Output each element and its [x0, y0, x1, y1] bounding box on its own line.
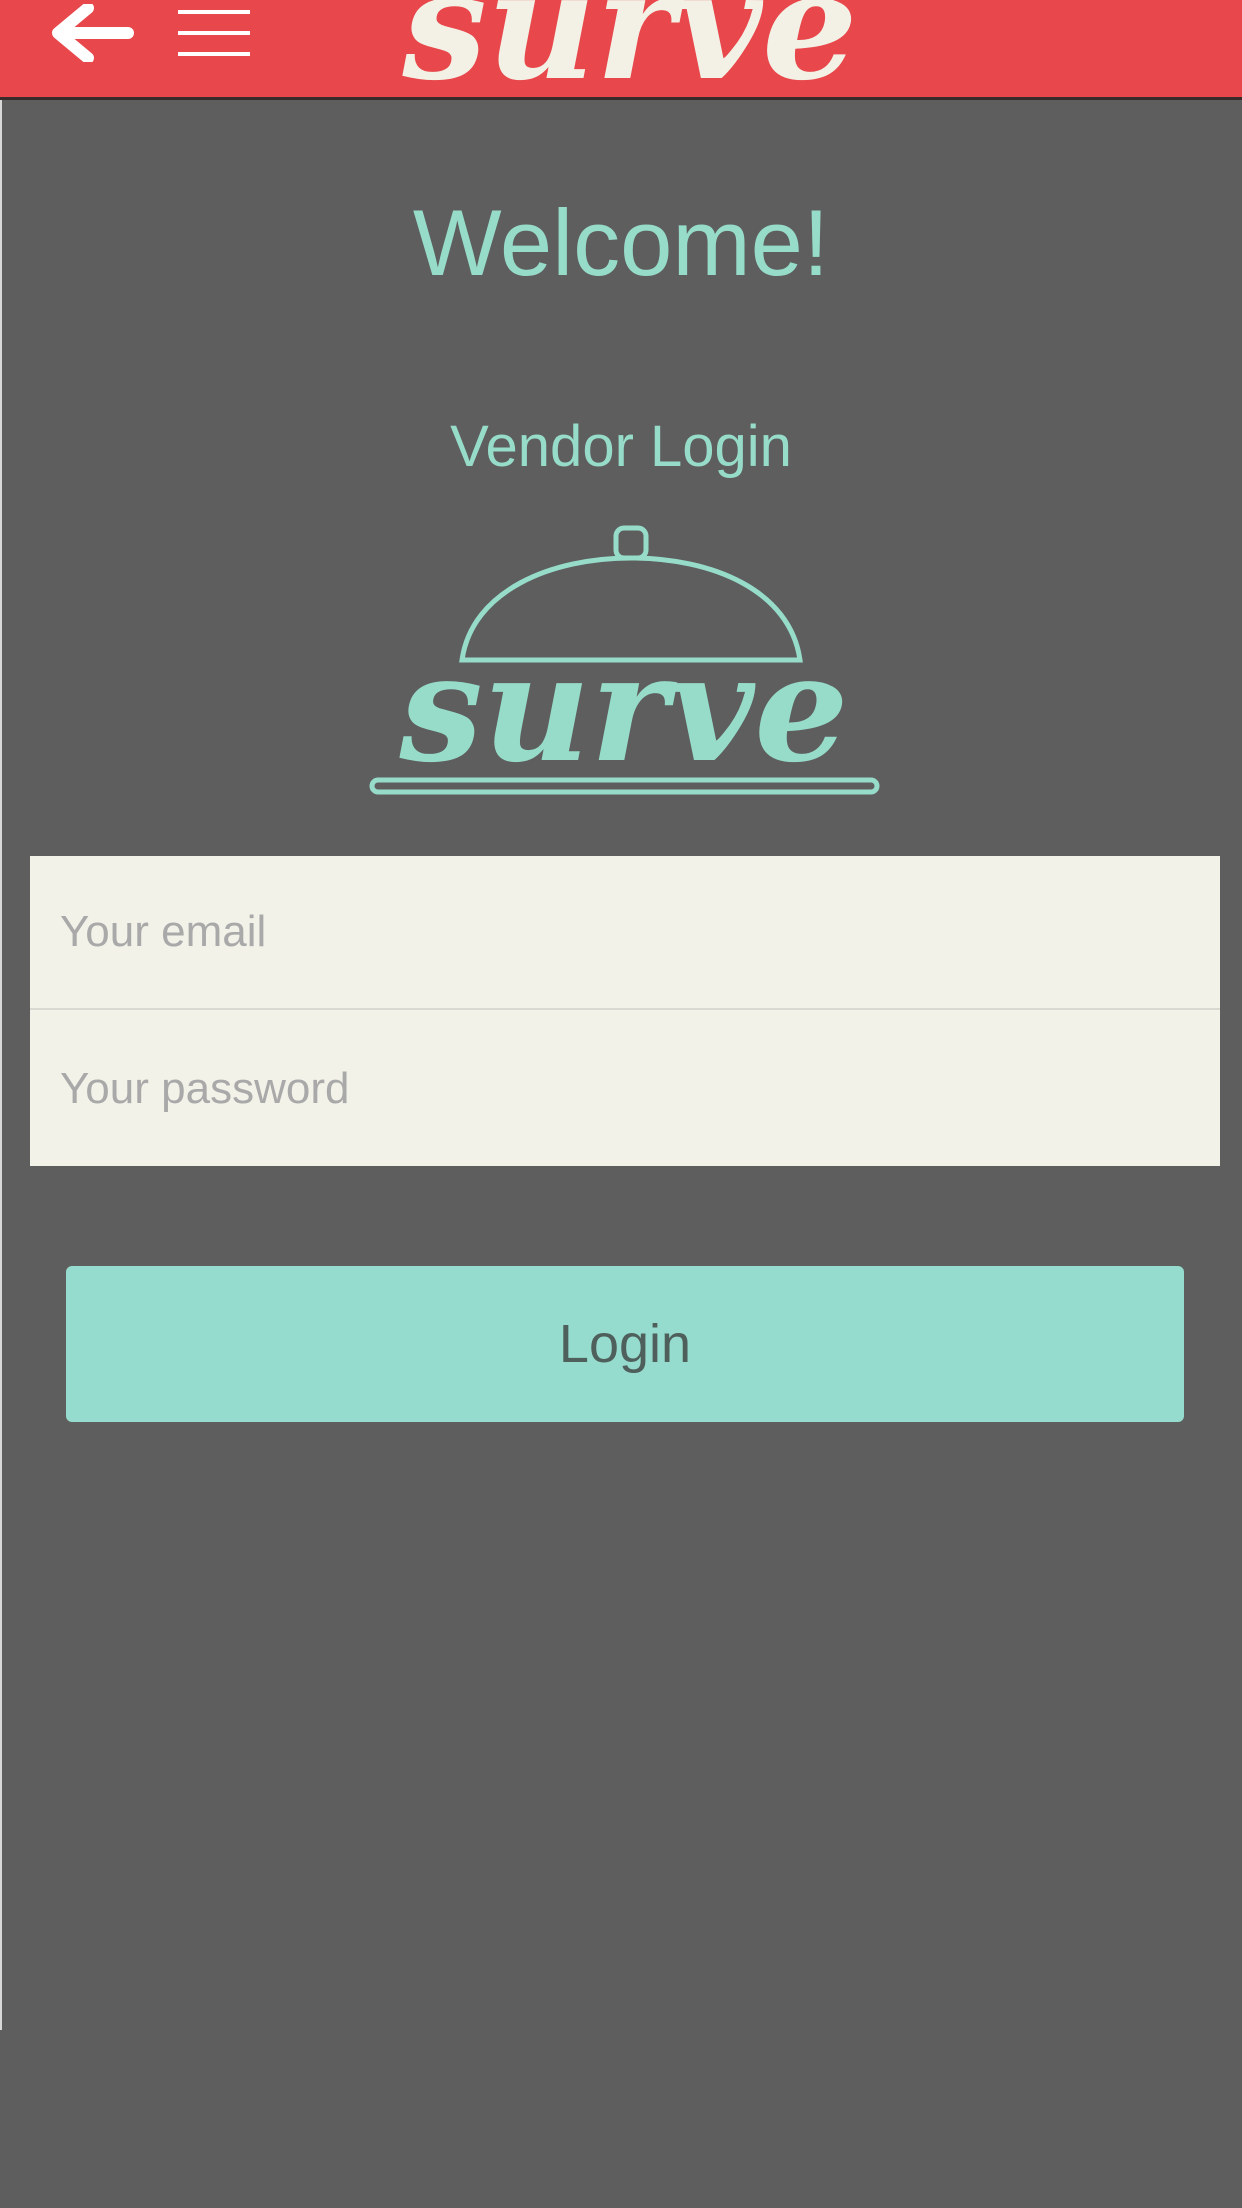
password-field[interactable] [30, 1012, 1220, 1166]
back-button[interactable] [44, 0, 140, 66]
header-logo-text: surve [401, 0, 857, 94]
left-edge-line [0, 100, 2, 2030]
top-app-bar: surve [0, 0, 1242, 100]
surve-logo: surve [369, 525, 880, 795]
hamburger-menu-icon [178, 10, 250, 56]
logo-wordmark: surve [398, 621, 848, 795]
email-field-wrapper [30, 856, 1220, 1010]
password-field-wrapper [30, 1012, 1220, 1166]
vendor-login-subtitle: Vendor Login [450, 414, 792, 479]
welcome-heading: Welcome! [412, 190, 830, 295]
header-logo[interactable]: surve [400, 0, 860, 94]
email-field[interactable] [30, 856, 1220, 1008]
login-button[interactable]: Login [66, 1266, 1184, 1422]
login-form [30, 856, 1220, 1166]
menu-button[interactable] [172, 0, 256, 66]
arrow-left-icon [52, 4, 134, 62]
